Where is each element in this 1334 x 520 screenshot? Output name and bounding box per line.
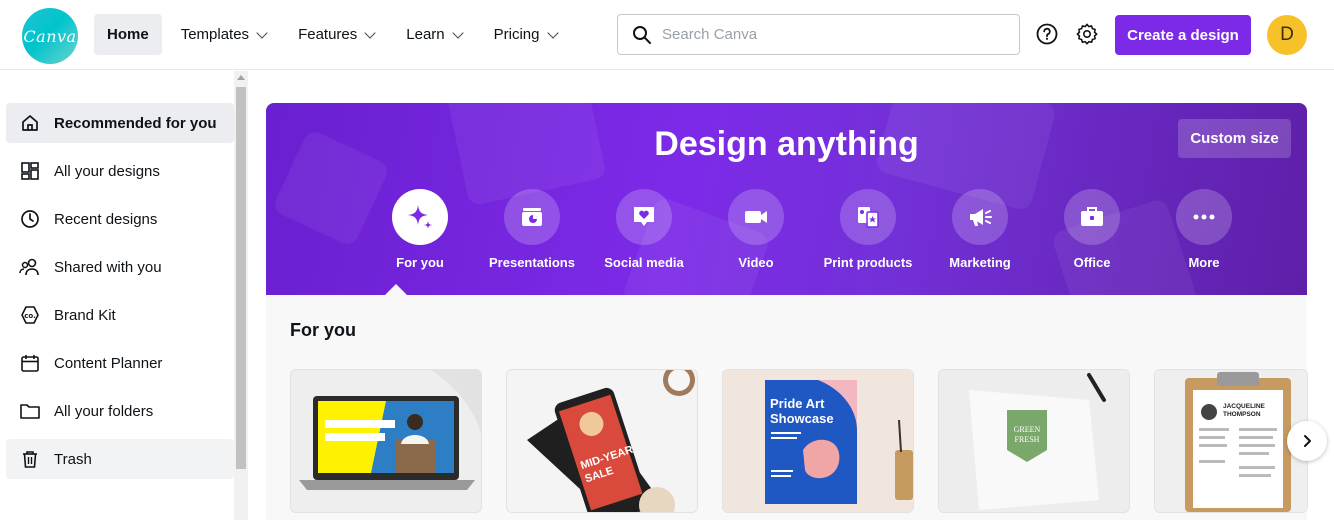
chevron-right-icon xyxy=(1304,435,1311,447)
category-for-you[interactable]: For you xyxy=(364,189,476,270)
phone-sale-story-template: MID-YEAR SALE xyxy=(507,370,697,512)
sidebar-item-recent-designs[interactable]: Recent designs xyxy=(6,199,234,239)
resume-template: JACQUELINE THOMPSON xyxy=(1155,370,1307,512)
people-icon xyxy=(18,255,42,279)
card-text: JACQUELINE xyxy=(1223,403,1266,410)
for-you-section: For you MID-YEAR SALE Pride Art Showcase… xyxy=(266,295,1308,520)
custom-size-button[interactable]: Custom size xyxy=(1178,119,1291,158)
card-text: Showcase xyxy=(770,411,834,426)
svg-text:co.: co. xyxy=(24,312,36,320)
trash-icon xyxy=(18,447,42,471)
carousel-next-button[interactable] xyxy=(1287,421,1327,461)
help-button[interactable] xyxy=(1035,22,1059,46)
sidebar-item-recommended[interactable]: Recommended for you xyxy=(6,103,234,143)
search-box[interactable] xyxy=(617,14,1020,55)
chevron-down-icon xyxy=(451,26,464,39)
chevron-down-icon xyxy=(256,26,268,39)
folder-icon xyxy=(18,399,42,423)
create-design-button[interactable]: Create a design xyxy=(1115,15,1251,55)
search-icon xyxy=(633,25,651,44)
clock-icon xyxy=(18,207,42,231)
scroll-up-arrow-icon[interactable] xyxy=(237,75,245,80)
nav-templates[interactable]: Templates xyxy=(168,14,279,55)
top-bar: Canva Home Templates Features Learn Pric… xyxy=(0,0,1334,70)
section-title: For you xyxy=(290,320,356,340)
category-office[interactable]: Office xyxy=(1036,189,1148,270)
presentation-icon xyxy=(522,208,542,226)
brand-kit-icon: co. xyxy=(18,303,42,327)
category-list: For you Presentations Social media Video… xyxy=(364,189,1260,270)
avatar[interactable]: D xyxy=(1267,15,1307,55)
category-social-media[interactable]: Social media xyxy=(588,189,700,270)
template-card[interactable]: MID-YEAR SALE xyxy=(506,369,698,513)
sidebar-item-folders[interactable]: All your folders xyxy=(6,391,234,431)
template-card[interactable]: Pride Art Showcase xyxy=(722,369,914,513)
nav-pricing[interactable]: Pricing xyxy=(481,14,570,55)
template-card[interactable]: JACQUELINE THOMPSON xyxy=(1154,369,1308,513)
category-print-products[interactable]: Print products xyxy=(812,189,924,270)
template-carousel: MID-YEAR SALE Pride Art Showcase GREEN F… xyxy=(290,369,1332,513)
sidebar-item-all-designs[interactable]: All your designs xyxy=(6,151,234,191)
main-nav: Home Templates Features Learn Pricing xyxy=(94,14,576,55)
main-content: Design anything Custom size For you Pres… xyxy=(250,71,1334,520)
settings-button[interactable] xyxy=(1075,22,1099,46)
hero-title: Design anything xyxy=(654,125,919,163)
print-icon xyxy=(858,207,879,228)
category-presentations[interactable]: Presentations xyxy=(476,189,588,270)
sidebar-item-content-planner[interactable]: Content Planner xyxy=(6,343,234,383)
sidebar-item-shared[interactable]: Shared with you xyxy=(6,247,234,287)
card-text: GREEN xyxy=(1014,425,1041,434)
nav-home[interactable]: Home xyxy=(94,14,162,55)
category-marketing[interactable]: Marketing xyxy=(924,189,1036,270)
category-video[interactable]: Video xyxy=(700,189,812,270)
sidebar: Recommended for you All your designs Rec… xyxy=(0,71,250,520)
briefcase-icon xyxy=(1081,207,1103,226)
card-text: FRESH xyxy=(1015,435,1040,444)
sidebar-item-trash[interactable]: Trash xyxy=(6,439,234,479)
more-dots-icon xyxy=(1193,214,1215,220)
logo-template: GREEN FRESH xyxy=(939,370,1129,512)
nav-learn[interactable]: Learn xyxy=(393,14,474,55)
search-input[interactable] xyxy=(662,26,982,43)
sparkle-icon xyxy=(408,205,432,229)
sidebar-scrollbar[interactable] xyxy=(234,71,248,520)
gear-icon xyxy=(1076,23,1098,45)
grid-icon xyxy=(18,159,42,183)
canva-logo[interactable]: Canva xyxy=(22,8,78,64)
card-text: THOMPSON xyxy=(1223,411,1261,418)
nav-features[interactable]: Features xyxy=(285,14,387,55)
pride-art-poster-template: Pride Art Showcase xyxy=(723,370,913,512)
scrollbar-thumb[interactable] xyxy=(236,87,246,469)
category-more[interactable]: More xyxy=(1148,189,1260,270)
laptop-presentation-template xyxy=(291,370,481,512)
calendar-icon xyxy=(18,351,42,375)
hero-banner: Design anything Custom size For you Pres… xyxy=(266,103,1307,295)
card-text: Pride Art xyxy=(770,396,825,411)
heart-chat-icon xyxy=(634,207,654,226)
template-card[interactable]: GREEN FRESH xyxy=(938,369,1130,513)
chevron-down-icon xyxy=(546,26,559,39)
megaphone-icon xyxy=(970,209,992,226)
chevron-down-icon xyxy=(364,26,376,39)
video-camera-icon xyxy=(745,211,767,223)
active-category-pointer xyxy=(385,284,407,295)
template-card[interactable] xyxy=(290,369,482,513)
help-circle-icon xyxy=(1036,23,1058,45)
sidebar-item-brand-kit[interactable]: co. Brand Kit xyxy=(6,295,234,335)
home-icon xyxy=(18,111,42,135)
